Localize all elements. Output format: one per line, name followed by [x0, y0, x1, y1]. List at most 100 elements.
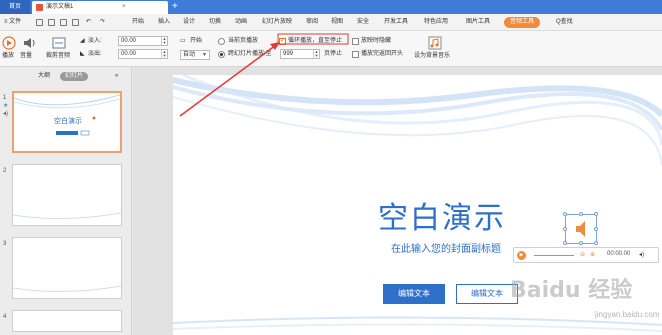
resize-handle[interactable]	[579, 212, 583, 216]
slide-number: 4	[3, 314, 7, 320]
edit-text-outline-button[interactable]: 编辑文本	[456, 284, 518, 304]
chevron-down-icon: ▼	[202, 52, 207, 58]
resize-handle[interactable]	[563, 227, 567, 231]
tab-home[interactable]: 首页	[0, 0, 30, 14]
menu-item[interactable]: 图片工具	[466, 17, 490, 28]
resize-handle[interactable]	[563, 212, 567, 216]
slide-number: 1	[3, 95, 7, 101]
audio-marker-icon: ◂)	[3, 111, 9, 117]
fade-out-icon: ◣	[80, 51, 85, 57]
trim-audio-icon[interactable]	[52, 36, 66, 50]
player-time: 00:00.00	[607, 251, 631, 257]
loop-checkbox[interactable]	[279, 36, 286, 45]
slide-thumbnail-art	[13, 212, 121, 220]
watermark-logo: Baidu 经验	[510, 278, 633, 303]
spin-arrows-icon[interactable]: ▲ ▼	[161, 50, 167, 58]
play-label: 播放	[2, 53, 15, 59]
tab-document[interactable]: 演示文稿1 ×	[32, 1, 168, 14]
undo-icon[interactable]: ↶	[86, 17, 91, 28]
redo-icon[interactable]: ↷	[100, 17, 105, 28]
slide-thumbnail-1[interactable]: 空白演示	[12, 91, 122, 153]
menu-item[interactable]: 切换	[209, 17, 221, 28]
start-icon: ▭	[180, 38, 186, 44]
resize-handle[interactable]	[579, 241, 583, 245]
slide-thumbnail-art	[13, 285, 121, 293]
background-music-label: 设为背景音乐	[414, 53, 451, 59]
collapse-icon[interactable]: «	[115, 72, 118, 81]
resize-handle[interactable]	[594, 241, 598, 245]
print-icon[interactable]	[60, 19, 67, 26]
start-label: 开始	[190, 38, 203, 44]
edit-text-button[interactable]: 编辑文本	[383, 284, 445, 304]
save-icon[interactable]	[36, 19, 43, 26]
start-select[interactable]: 自动 ▼	[180, 50, 210, 60]
hide-checkbox[interactable]	[352, 38, 359, 45]
rewind-checkbox[interactable]	[352, 51, 359, 58]
loop-label: 循环播放，直至停止	[288, 38, 343, 44]
resize-handle[interactable]	[563, 241, 567, 245]
fade-in-icon: ◢	[80, 38, 85, 44]
menu-item[interactable]: 审阅	[306, 17, 318, 28]
slide-title[interactable]: 空白演示	[378, 193, 506, 237]
resize-handle[interactable]	[594, 227, 598, 231]
close-icon[interactable]: ×	[122, 1, 126, 14]
current-page-label: 当前页播放	[228, 38, 259, 44]
menu-item[interactable]: Q查找	[556, 17, 573, 28]
cross-slides-input[interactable]: 999 ▲ ▼	[280, 49, 320, 59]
slide-thumbnail-3[interactable]	[12, 237, 122, 299]
star-icon: ★	[3, 103, 9, 109]
audio-player: ▶ ⊖ ⊕ 00:00.00 ◂)	[513, 247, 659, 263]
speaker-icon	[576, 221, 585, 237]
slide-thumbnail-2[interactable]	[12, 164, 122, 226]
title-bar: 首页 演示文稿1 × +	[0, 0, 662, 14]
slide-number: 2	[3, 168, 7, 174]
page-stop-label: 页停止	[324, 51, 343, 57]
fade-in-input[interactable]: 00.00 ▲ ▼	[118, 36, 168, 46]
rewind-label: 播放完返回开头	[361, 51, 404, 57]
cross-slides-label: 跨幻灯片播放:至	[228, 51, 272, 57]
progress-track[interactable]	[534, 255, 574, 256]
menu-item[interactable]: 插入	[158, 17, 170, 28]
presentation-icon	[36, 4, 43, 11]
resize-handle[interactable]	[594, 212, 598, 216]
export-icon[interactable]	[48, 19, 55, 26]
volume-icon[interactable]	[22, 36, 36, 50]
file-menu-button[interactable]: ≡ 文件	[4, 17, 21, 28]
menu-item[interactable]: 设计	[183, 17, 195, 28]
slide-subtitle[interactable]: 在此输入您的封面副标题	[391, 240, 501, 255]
tab-slides[interactable]: 幻灯片	[60, 72, 89, 81]
trim-audio-label: 裁剪音频	[46, 53, 71, 59]
forward-icon[interactable]: ⊕	[590, 251, 595, 259]
volume-label: 音量	[20, 53, 33, 59]
slide-number: 3	[3, 241, 7, 247]
spin-arrows-icon[interactable]: ▲ ▼	[161, 37, 167, 45]
menu-item[interactable]: 视图	[331, 17, 343, 28]
menu-item[interactable]: 动画	[235, 17, 247, 28]
tab-outline[interactable]: 大纲	[38, 72, 50, 81]
current-page-radio[interactable]	[218, 38, 225, 45]
rewind-icon[interactable]: ⊖	[580, 251, 585, 259]
menu-item[interactable]: 开发工具	[384, 17, 408, 28]
menu-item[interactable]: 安全	[357, 17, 369, 28]
play-icon[interactable]	[2, 36, 16, 50]
watermark-url: jingyan.baidu.com	[595, 310, 660, 319]
slide-panel: 大纲 幻灯片 « 1 ★ ◂) 空白演示 2 3 4	[0, 67, 132, 335]
slide-thumbnail-4[interactable]	[12, 310, 122, 332]
menu-item[interactable]: 音频工具	[504, 17, 541, 28]
fade-in-label: 淡入:	[88, 38, 102, 44]
spin-arrows-icon[interactable]: ▲ ▼	[313, 50, 319, 58]
preview-icon[interactable]	[72, 19, 79, 26]
fade-out-label: 淡出:	[88, 51, 102, 57]
audio-object[interactable]	[563, 212, 598, 245]
svg-text:空白演示: 空白演示	[54, 116, 82, 125]
new-tab-button[interactable]: +	[172, 0, 178, 14]
cross-slides-radio[interactable]	[218, 51, 225, 58]
menu-item[interactable]: 特色应用	[424, 17, 448, 28]
fade-out-input[interactable]: 00.00 ▲ ▼	[118, 49, 168, 59]
player-volume-icon[interactable]: ◂)	[639, 251, 644, 259]
background-music-icon[interactable]	[428, 36, 442, 50]
menu-bar: ≡ 文件 ↶ ↷ 开始 插入 设计 切换 动画 幻灯片放映 审阅 视图 安全 开发工具 特色应用 图片…	[0, 14, 662, 31]
menu-item[interactable]: 开始	[132, 17, 144, 28]
menu-item[interactable]: 幻灯片放映	[262, 17, 292, 28]
player-play-icon[interactable]: ▶	[517, 251, 526, 260]
